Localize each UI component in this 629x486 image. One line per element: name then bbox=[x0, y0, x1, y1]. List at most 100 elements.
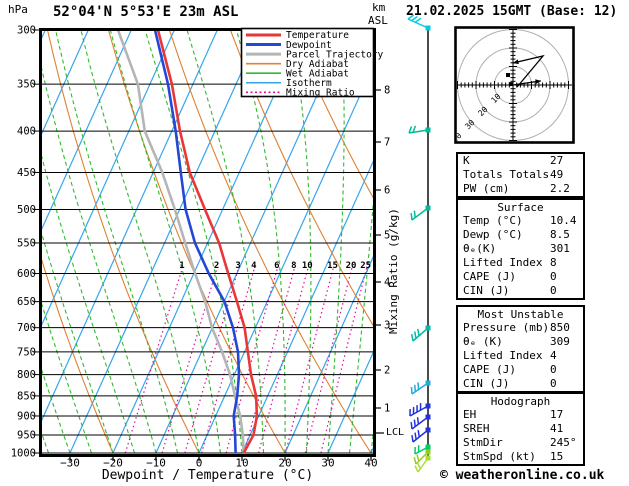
wet-adiabat-line bbox=[41, 63, 157, 454]
row-label: K bbox=[463, 154, 470, 167]
row-label: Temp (°C) bbox=[463, 214, 523, 227]
wind-barb-marker bbox=[425, 380, 431, 386]
mixing-ratio-label: 25 bbox=[360, 261, 371, 271]
km-tick-label: 1 bbox=[384, 403, 390, 415]
pressure-tick-label: 600 bbox=[17, 268, 36, 280]
table-row: Lifted Index 4 bbox=[458, 349, 583, 363]
pressure-tick-label: 800 bbox=[17, 369, 36, 381]
pressure-tick-label: 450 bbox=[17, 167, 36, 179]
hodograph-point-marker bbox=[506, 73, 511, 78]
pressure-tick-label: 700 bbox=[17, 322, 36, 334]
pressure-tick-label: 500 bbox=[17, 204, 36, 216]
km-tick-label: 5 bbox=[384, 230, 390, 242]
row-value: 0 bbox=[550, 284, 557, 297]
km-tick-label: 7 bbox=[384, 137, 390, 149]
row-label: CAPE (J) bbox=[463, 270, 516, 283]
mixing-ratio-label: 3 bbox=[235, 261, 240, 271]
mixing-ratio-line bbox=[258, 267, 309, 454]
wind-barb-marker bbox=[425, 325, 431, 331]
table-row: θₑ (K) 309 bbox=[458, 335, 583, 349]
series-dewpoint bbox=[153, 30, 241, 454]
temp-tick-label: 10 bbox=[235, 457, 248, 470]
temp-tick-label: 20 bbox=[278, 457, 291, 470]
table-row: PW (cm) 2.2 bbox=[458, 182, 583, 196]
stats-table-most-unstable: Most Unstable Pressure (mb) 850 θₑ (K) 309 Li… bbox=[456, 305, 585, 393]
legend-label: Mixing Ratio bbox=[286, 88, 355, 99]
wet-adiabat-line bbox=[0, 30, 6, 453]
pressure-tick-label: 950 bbox=[17, 429, 36, 441]
row-value: 4 bbox=[550, 349, 557, 362]
table-row: StmDir 245° bbox=[458, 436, 583, 450]
wind-barb bbox=[408, 125, 429, 134]
table-row: Pressure (mb) 850 bbox=[458, 321, 583, 335]
temp-tick-label: −30 bbox=[60, 457, 80, 470]
stats-table-indices: K 27 Totals Totals 49 PW (cm) 2.2 bbox=[456, 152, 585, 198]
table-title: Surface bbox=[497, 201, 544, 214]
pressure-tick-label: 300 bbox=[17, 25, 36, 37]
table-row: CIN (J) 0 bbox=[458, 284, 583, 298]
row-label: SREH bbox=[463, 422, 490, 435]
km-tick-label: 2 bbox=[384, 365, 390, 377]
row-label: PW (cm) bbox=[463, 182, 510, 195]
stats-table-hodograph: Hodograph EH 17 SREH 41 StmDir 245° StmSpd (kt)… bbox=[456, 392, 585, 466]
mixing-ratio-label: 20 bbox=[346, 261, 357, 271]
row-label: StmDir bbox=[463, 436, 503, 449]
km-tick-label: 3 bbox=[384, 320, 390, 332]
mixing-ratio-label: 10 bbox=[302, 261, 313, 271]
row-label: StmSpd (kt) bbox=[463, 450, 536, 463]
temp-tick-label: 0 bbox=[196, 457, 203, 470]
wind-barb-marker bbox=[425, 455, 431, 461]
km-tick-label: 6 bbox=[384, 185, 390, 197]
wind-barb-column bbox=[407, 14, 431, 473]
table-row: Temp (°C) 10.4 bbox=[458, 214, 583, 228]
pressure-tick-label: 550 bbox=[17, 237, 36, 249]
table-row: CIN (J) 0 bbox=[458, 377, 583, 391]
wind-barb bbox=[409, 403, 429, 417]
table-row: θₑ(K) 301 bbox=[458, 242, 583, 256]
mixing-ratio-label: 15 bbox=[327, 261, 338, 271]
wind-barb-marker bbox=[425, 25, 431, 31]
wind-barb-marker bbox=[425, 127, 431, 133]
row-label: Lifted Index bbox=[463, 256, 543, 269]
table-row: Dewp (°C) 8.5 bbox=[458, 228, 583, 242]
row-label: θₑ(K) bbox=[463, 242, 497, 255]
row-label: CIN (J) bbox=[463, 284, 510, 297]
pressure-tick-label: 650 bbox=[17, 296, 36, 308]
table-row: Lifted Index 8 bbox=[458, 256, 583, 270]
row-value: 0 bbox=[550, 363, 557, 376]
row-value: 17 bbox=[550, 408, 564, 421]
wind-barb-marker bbox=[425, 449, 431, 455]
stats-table-surface: Surface Temp (°C) 10.4 Dewp (°C) 8.5 θₑ(K) 301… bbox=[456, 198, 585, 300]
pressure-tick-label: 850 bbox=[17, 390, 36, 402]
wind-barb-marker bbox=[425, 403, 431, 409]
table-title: Hodograph bbox=[490, 395, 551, 408]
row-label: CAPE (J) bbox=[463, 363, 516, 376]
mixing-ratio-label: 4 bbox=[251, 261, 257, 271]
row-label: Dewp (°C) bbox=[463, 228, 523, 241]
table-row: EH 17 bbox=[458, 408, 583, 422]
wet-adiabat-line bbox=[370, 431, 373, 454]
mixing-ratio-label: 2 bbox=[214, 261, 219, 271]
wet-adiabat-line bbox=[393, 30, 454, 453]
wet-adiabat-line bbox=[41, 299, 93, 454]
row-value: 301 bbox=[550, 242, 570, 255]
row-value: 8 bbox=[550, 256, 557, 269]
temp-tick-label: −10 bbox=[146, 457, 166, 470]
isotherm-line bbox=[0, 30, 2, 453]
mixing-ratio-label: 6 bbox=[274, 261, 279, 271]
temp-tick-label: −20 bbox=[103, 457, 123, 470]
row-value: 27 bbox=[550, 154, 564, 167]
pressure-tick-label: 350 bbox=[17, 79, 36, 91]
chart-legend: TemperatureDewpointParcel TrajectoryDry … bbox=[240, 27, 384, 99]
row-value: 15 bbox=[550, 450, 564, 463]
wind-barb-marker bbox=[425, 205, 431, 211]
wind-barb-marker bbox=[425, 414, 431, 420]
table-title: Most Unstable bbox=[477, 308, 564, 321]
wind-barb-marker bbox=[425, 427, 431, 433]
km-tick-label: 4 bbox=[384, 277, 390, 289]
pressure-tick-label: 750 bbox=[17, 346, 36, 358]
temp-tick-label: 40 bbox=[364, 457, 377, 470]
row-label: Lifted Index bbox=[463, 349, 543, 362]
table-row: K 27 bbox=[458, 154, 583, 168]
pressure-tick-label: 400 bbox=[17, 126, 36, 138]
